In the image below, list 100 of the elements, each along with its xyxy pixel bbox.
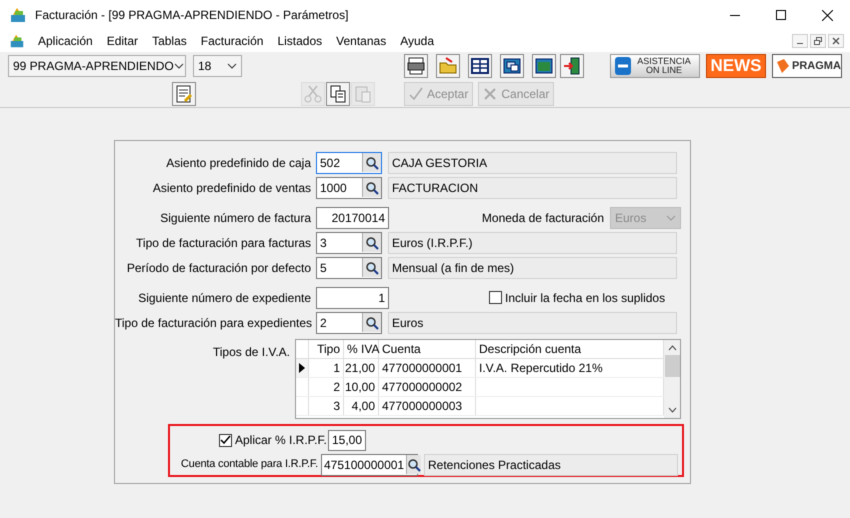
dropdown-caret-icon: [227, 63, 237, 69]
menu-item[interactable]: Tablas: [145, 32, 194, 50]
field-label: Siguiente número de expediente: [137, 290, 312, 306]
search-icon: [365, 236, 379, 250]
description-field: FACTURACION: [388, 176, 677, 198]
code-field[interactable]: 5: [316, 256, 382, 278]
column-header[interactable]: Cuenta: [379, 340, 476, 358]
support-button[interactable]: ASISTENCIA ON LINE: [610, 54, 700, 78]
company-dropdown[interactable]: 99 PRAGMA-APRENDIENDO: [8, 55, 186, 77]
field-label: Tipo de facturación para expedientes: [115, 314, 314, 332]
field-label: Tipos de I.V.A.: [212, 344, 291, 361]
code-field[interactable]: 502: [316, 152, 382, 174]
menu-item[interactable]: Aplicación: [31, 32, 100, 50]
description-field: Retenciones Practicadas: [424, 454, 678, 476]
table-cell: 477000000003: [379, 397, 476, 415]
check-icon: [409, 86, 423, 100]
notepad-icon: [174, 84, 194, 104]
document-icon: [9, 33, 25, 49]
window-icon: [534, 56, 554, 76]
mdi-minimize-button[interactable]: [792, 34, 808, 48]
pragma-logo[interactable]: PRAGMA: [772, 54, 842, 78]
description-field: Euros: [388, 312, 677, 334]
search-button[interactable]: [362, 153, 381, 172]
column-header[interactable]: % IVA: [344, 340, 379, 358]
table-cell: 10,00: [344, 378, 379, 396]
windows-icon: [502, 56, 522, 76]
search-icon: [407, 458, 422, 472]
number-field[interactable]: 1: [316, 286, 389, 308]
mdi-restore-button[interactable]: [810, 34, 826, 48]
current-row-icon: [299, 363, 305, 373]
mdi-close-icon: [832, 37, 840, 45]
scissors-icon: [303, 84, 323, 104]
period-dropdown[interactable]: 18: [193, 55, 242, 77]
scrollbar-thumb[interactable]: [664, 355, 680, 377]
table-cell: 1: [309, 359, 344, 377]
search-button[interactable]: [362, 258, 381, 277]
table-cell: 477000000001: [379, 359, 476, 377]
table-cell: 2: [309, 378, 344, 396]
checkbox-label: Incluir la fecha en los suplidos: [505, 290, 666, 306]
toolbar-button[interactable]: [500, 54, 524, 78]
toolbar-button[interactable]: [468, 54, 492, 78]
toolbar-button[interactable]: [172, 82, 196, 106]
description-field: Euros (I.R.P.F.): [388, 232, 677, 254]
dropdown-caret-icon: [174, 63, 184, 69]
toolbar-button[interactable]: [404, 54, 428, 78]
field-label: Tipo de facturación para facturas: [135, 234, 312, 252]
description-field: Mensual (a fin de mes): [388, 256, 677, 278]
table-cell: 3: [309, 397, 344, 415]
printer-icon: [406, 56, 426, 76]
copy-icon: [328, 84, 348, 104]
field-label: Moneda de facturación: [482, 210, 604, 226]
scroll-up-icon: [668, 345, 676, 351]
field-label: Asiento predefinido de ventas: [152, 180, 312, 196]
code-field[interactable]: 1000: [316, 176, 382, 198]
menu-item[interactable]: Facturación: [194, 32, 270, 50]
close-icon: [822, 10, 832, 20]
table-cell: 21,00: [344, 359, 379, 377]
search-button[interactable]: [362, 178, 381, 197]
row-selector[interactable]: [296, 359, 309, 377]
scroll-down-icon: [668, 407, 676, 413]
toolbar-button[interactable]: [326, 82, 350, 106]
dropdown-caret-icon: [666, 214, 676, 220]
number-field[interactable]: 20170014: [316, 206, 389, 228]
mdi-restore-icon: [814, 37, 822, 45]
table-icon: [470, 56, 490, 76]
app-icon: [9, 6, 27, 24]
paste-icon: [353, 84, 373, 104]
window-title: Facturación - [99 PRAGMA-APRENDIENDO - Parámetros]: [35, 7, 348, 24]
field-label: Período de facturación por defecto: [126, 260, 312, 276]
menu-item[interactable]: Ayuda: [393, 32, 442, 50]
search-icon: [365, 316, 379, 330]
description-field: CAJA GESTORIA: [388, 152, 677, 174]
menu-item[interactable]: Listados: [270, 32, 330, 50]
scrollbar[interactable]: [664, 340, 680, 418]
menu-item[interactable]: Ventanas: [329, 32, 394, 50]
code-field[interactable]: 2: [316, 312, 382, 334]
number-field[interactable]: 15,00: [328, 430, 366, 450]
folder-icon: [438, 56, 458, 76]
search-icon: [365, 260, 379, 274]
table-cell: 4,00: [344, 397, 379, 415]
code-field[interactable]: 475100000001: [321, 454, 418, 476]
menu-item[interactable]: Editar: [100, 32, 146, 50]
logo-mark-icon: [776, 58, 790, 74]
checkbox-label: Aplicar % I.R.P.F.: [235, 432, 328, 449]
search-icon: [365, 156, 379, 170]
toolbar-button[interactable]: [532, 54, 556, 78]
field-label: Asiento predefinido de caja: [165, 154, 312, 172]
search-button[interactable]: [406, 455, 422, 474]
mdi-close-button[interactable]: [828, 34, 844, 48]
code-field[interactable]: 3: [316, 232, 382, 254]
search-icon: [365, 180, 379, 194]
table-cell: 477000000002: [379, 378, 476, 396]
checkbox[interactable]: [489, 291, 502, 304]
field-label: Siguiente número de factura: [159, 210, 312, 226]
toolbar-button[interactable]: [560, 54, 584, 78]
checkbox[interactable]: [219, 434, 232, 446]
column-header[interactable]: Tipo: [309, 340, 344, 358]
search-button[interactable]: [362, 313, 381, 332]
maximize-icon: [776, 10, 786, 20]
search-button[interactable]: [362, 233, 381, 252]
